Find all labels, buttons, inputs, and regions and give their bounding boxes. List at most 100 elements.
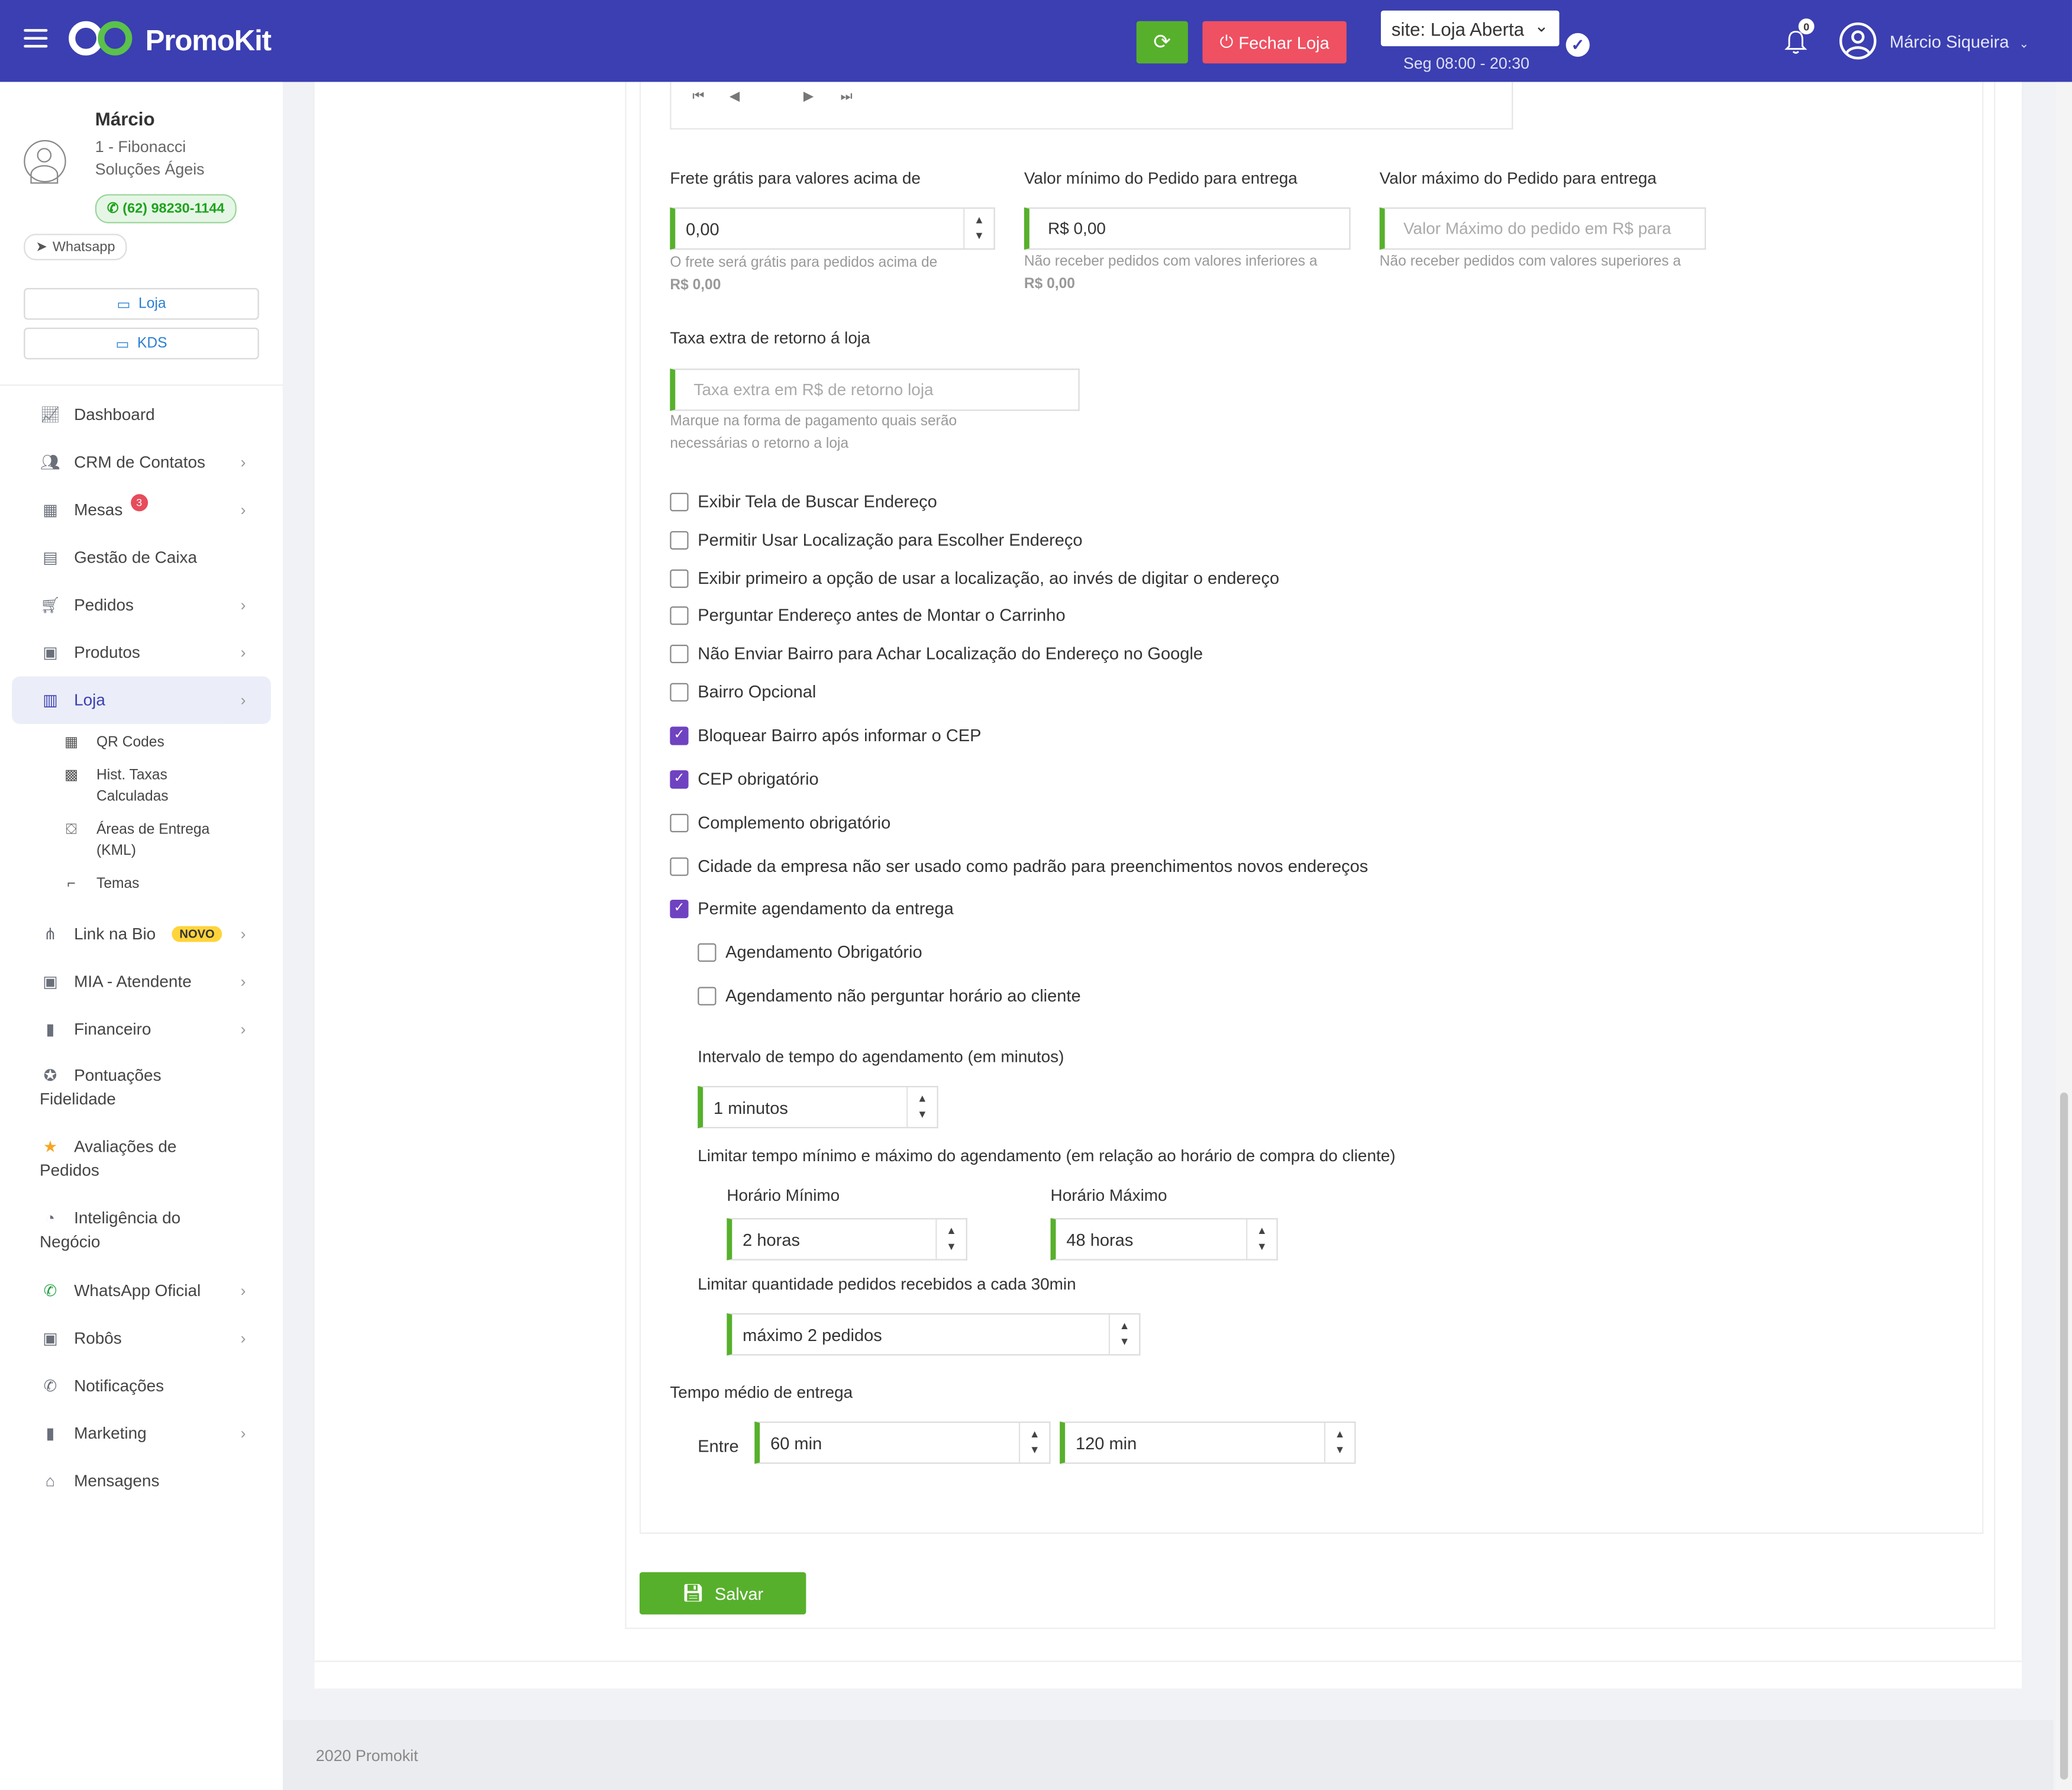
sidebar-item-mensagens[interactable]: ⌂ Mensagens xyxy=(0,1457,283,1504)
sidebar-item-avaliacoes[interactable]: ★ Avaliações de Pedidos xyxy=(0,1125,283,1196)
avg-time-from-stepper[interactable]: ▲ ▼ xyxy=(1018,1423,1049,1463)
check-cep-required[interactable]: ✓ CEP obrigatório xyxy=(670,769,819,789)
sidebar-subitem-temas[interactable]: ⌐ Temas xyxy=(0,873,283,910)
free-shipping-input[interactable]: 0,00 ▲ ▼ xyxy=(670,207,995,250)
site-status-select[interactable]: site: Loja Aberta ⌄ xyxy=(1380,10,1560,47)
limit-qty-stepper[interactable]: ▲ ▼ xyxy=(1108,1314,1139,1355)
last-page-icon[interactable]: ⏭ xyxy=(840,90,852,105)
checkbox[interactable] xyxy=(670,530,689,549)
logo-text: PromoKit xyxy=(145,24,272,57)
menu-icon[interactable] xyxy=(24,29,48,48)
kds-button-label: KDS xyxy=(137,335,167,352)
scrollbar[interactable] xyxy=(2056,82,2072,1790)
sidebar-item-crm[interactable]: 👥︎ CRM de Contatos › xyxy=(0,438,283,486)
check-scheduling-no-time[interactable]: Agendamento não perguntar horário ao cli… xyxy=(698,984,1082,1008)
user-menu[interactable]: Márcio Siqueira ⌄ xyxy=(1890,32,2029,52)
caret-down-icon: ▼ xyxy=(974,230,985,242)
bar-chart-icon: ▮ xyxy=(46,1424,55,1443)
limit-qty-input[interactable]: máximo 2 pedidos ▲ ▼ xyxy=(727,1313,1141,1356)
sidebar-item-pontuacoes[interactable]: ✪ Pontuações Fidelidade xyxy=(0,1053,283,1125)
max-time-stepper[interactable]: ▲ ▼ xyxy=(1246,1219,1276,1259)
sidebar-item-marketing[interactable]: ▮ Marketing › xyxy=(0,1410,283,1457)
check-address-before-cart[interactable]: Perguntar Endereço antes de Montar o Car… xyxy=(670,605,1066,625)
sidebar-item-dashboard[interactable]: 📈︎ Dashboard xyxy=(0,391,283,438)
sidebar-item-caixa[interactable]: ▤ Gestão de Caixa xyxy=(0,534,283,581)
checkbox[interactable] xyxy=(670,857,689,875)
checkbox-checked[interactable]: ✓ xyxy=(670,899,689,918)
logo[interactable]: PromoKit xyxy=(69,18,272,63)
caret-up-icon: ▲ xyxy=(1119,1320,1130,1332)
check-show-address-search[interactable]: Exibir Tela de Buscar Endereço xyxy=(670,492,937,511)
sidebar-item-label: Produtos xyxy=(74,643,140,662)
sidebar-subitem-taxas[interactable]: ▩ Hist. Taxas Calculadas xyxy=(0,765,283,819)
avg-time-to-stepper[interactable]: ▲ ▼ xyxy=(1324,1423,1354,1463)
min-order-input[interactable]: R$ 0,00 xyxy=(1024,207,1351,250)
checkbox[interactable] xyxy=(670,644,689,663)
checkbox-checked[interactable]: ✓ xyxy=(670,726,689,745)
checkbox[interactable] xyxy=(670,813,689,832)
sidebar-item-pedidos[interactable]: 🛒︎ Pedidos › xyxy=(0,581,283,629)
first-page-icon[interactable]: ⏮ xyxy=(692,90,704,105)
kds-button[interactable]: ▭ KDS xyxy=(24,327,259,360)
check-allow-scheduling[interactable]: ✓ Permite agendamento da entrega xyxy=(670,899,954,918)
check-complement-required[interactable]: Complemento obrigatório xyxy=(670,813,890,832)
avg-time-from-input[interactable]: 60 min ▲ ▼ xyxy=(754,1421,1051,1464)
interval-stepper[interactable]: ▲ ▼ xyxy=(906,1087,937,1127)
sidebar-item-notificacoes[interactable]: ✆ Notificações xyxy=(0,1362,283,1410)
check-location-first[interactable]: Exibir primeiro a opção de usar a locali… xyxy=(670,568,1279,588)
checkbox[interactable] xyxy=(670,682,689,701)
between-label: Entre xyxy=(698,1436,739,1456)
sidebar-item-robos[interactable]: ▣ Robôs › xyxy=(0,1314,283,1362)
floppy-disk-icon: 💾︎ xyxy=(682,1582,705,1603)
chevron-right-icon: › xyxy=(240,1020,246,1039)
check-no-neighborhood-google[interactable]: Não Enviar Bairro para Achar Localização… xyxy=(670,644,1203,663)
sidebar-item-loja[interactable]: ▥ Loja › xyxy=(12,676,271,724)
max-order-input[interactable]: Valor Máximo do pedido em R$ para xyxy=(1379,207,1706,250)
logo-mark-icon xyxy=(69,18,137,63)
check-lock-neighborhood[interactable]: ✓ Bloquear Bairro após informar o CEP xyxy=(670,725,982,745)
sidebar-subitem-qrcodes[interactable]: ▦ QR Codes xyxy=(0,732,283,765)
sidebar-item-label: Mesas xyxy=(74,500,123,519)
caret-down-icon: ▼ xyxy=(1029,1444,1040,1456)
checkbox-checked[interactable]: ✓ xyxy=(670,769,689,789)
sidebar-item-mia[interactable]: ▣ MIA - Atendente › xyxy=(0,958,283,1005)
refresh-button[interactable]: ⟳ xyxy=(1136,21,1188,64)
phone-badge[interactable]: ✆ (62) 98230-1144 xyxy=(95,194,237,224)
next-page-icon[interactable]: ▶ xyxy=(803,90,814,105)
scrollbar-thumb[interactable] xyxy=(2060,1093,2068,1780)
min-time-stepper[interactable]: ▲ ▼ xyxy=(935,1219,966,1259)
check-optional-neighborhood[interactable]: Bairro Opcional xyxy=(670,681,816,702)
interval-input[interactable]: 1 minutos ▲ ▼ xyxy=(698,1085,938,1129)
sidebar: Márcio 1 - Fibonacci Soluções Ágeis ✆ (6… xyxy=(0,82,283,1790)
avg-time-to-input[interactable]: 120 min ▲ ▼ xyxy=(1060,1421,1356,1464)
max-time-input[interactable]: 48 horas ▲ ▼ xyxy=(1050,1218,1278,1261)
checkbox[interactable] xyxy=(670,606,689,625)
robot-icon: ▣ xyxy=(43,972,58,991)
store-button[interactable]: ▭ Loja xyxy=(24,287,259,320)
checkbox[interactable] xyxy=(698,942,717,961)
prev-page-icon[interactable]: ◀ xyxy=(730,90,740,105)
sidebar-item-mesas[interactable]: ▦ Mesas 3 › xyxy=(0,486,283,534)
whatsapp-button[interactable]: ➤ Whatsapp xyxy=(24,234,127,260)
return-fee-input[interactable]: Taxa extra em R$ de retorno loja xyxy=(670,369,1080,411)
user-avatar[interactable] xyxy=(1839,22,1877,60)
sidebar-item-inteligencia[interactable]: ◔ Inteligência do Negócio xyxy=(0,1196,283,1267)
min-time-input[interactable]: 2 horas ▲ ▼ xyxy=(727,1218,967,1261)
checkbox[interactable] xyxy=(670,492,689,511)
check-allow-location[interactable]: Permitir Usar Localização para Escolher … xyxy=(670,530,1083,550)
sidebar-item-whatsapp-oficial[interactable]: ✆ WhatsApp Oficial › xyxy=(0,1267,283,1314)
max-order-label: Valor máximo do Pedido para entrega xyxy=(1379,169,1657,188)
sidebar-item-produtos[interactable]: ▣ Produtos › xyxy=(0,629,283,676)
free-shipping-stepper[interactable]: ▲ ▼ xyxy=(963,208,993,248)
checkbox[interactable] xyxy=(698,987,717,1006)
checkbox-label: Perguntar Endereço antes de Montar o Car… xyxy=(698,605,1066,625)
save-button[interactable]: 💾︎ Salvar xyxy=(639,1572,806,1615)
checkbox[interactable] xyxy=(670,568,689,587)
close-store-button[interactable]: ⏻ Fechar Loja xyxy=(1202,21,1347,64)
sidebar-item-link-bio[interactable]: ⋔ Link na Bio NOVO › xyxy=(0,910,283,958)
return-fee-label: Taxa extra de retorno á loja xyxy=(670,329,870,348)
check-company-city-default[interactable]: Cidade da empresa não ser usado como pad… xyxy=(670,856,1368,876)
sidebar-item-financeiro[interactable]: ▮ Financeiro › xyxy=(0,1006,283,1053)
check-scheduling-mandatory[interactable]: Agendamento Obrigatório xyxy=(698,942,922,962)
sidebar-subitem-areas[interactable]: ⛋ Áreas de Entrega (KML) xyxy=(0,819,283,874)
